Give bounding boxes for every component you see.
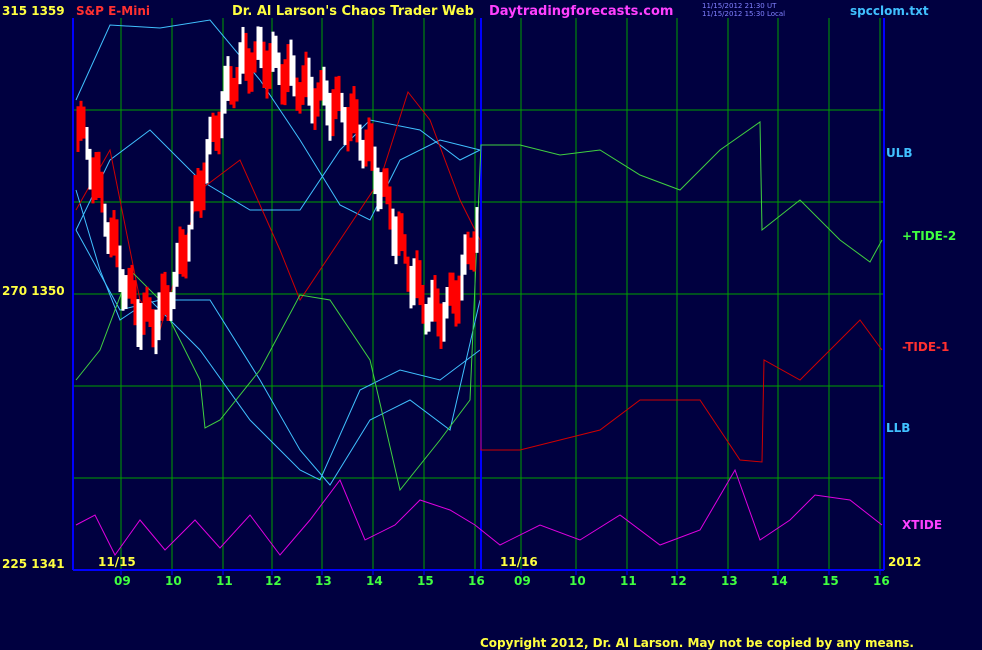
instrument-label: S&P E-Mini xyxy=(76,4,150,18)
tide2-label: +TIDE-2 xyxy=(902,229,957,243)
hour-label: 10 xyxy=(165,574,182,588)
price-bars xyxy=(76,26,479,355)
hour-label: 16 xyxy=(873,574,890,588)
hour-label: 14 xyxy=(771,574,788,588)
hour-label: 10 xyxy=(569,574,586,588)
hour-label: 09 xyxy=(114,574,131,588)
top-scale-label: 315 1359 xyxy=(2,4,65,18)
timestamp-ut: 11/15/2012 21:30 UT xyxy=(702,2,777,10)
xtide-line xyxy=(75,468,883,556)
llb-label: LLB xyxy=(886,421,911,435)
timestamp-local: 11/15/2012 15:30 Local xyxy=(702,10,786,18)
hour-label: 13 xyxy=(721,574,738,588)
xtide-label: XTIDE xyxy=(902,518,943,532)
hour-label: 13 xyxy=(315,574,332,588)
copyright-footer: Copyright 2012, Dr. Al Larson. May not b… xyxy=(480,636,914,650)
bottom-scale-label: 225 1341 xyxy=(2,557,65,571)
hour-label: 15 xyxy=(417,574,434,588)
year-label: 2012 xyxy=(888,555,922,569)
tide1-line xyxy=(75,90,883,463)
hour-label: 14 xyxy=(366,574,383,588)
mid-scale-label: 270 1350 xyxy=(2,284,65,298)
hour-label: 15 xyxy=(822,574,839,588)
tide1-label: -TIDE-1 xyxy=(902,340,950,354)
date-label-2: 11/16 xyxy=(500,555,538,569)
ulb-inner-band xyxy=(75,119,481,231)
date-label-1: 11/15 xyxy=(98,555,136,569)
hour-label: 09 xyxy=(514,574,531,588)
hour-label: 12 xyxy=(670,574,687,588)
hour-label: 12 xyxy=(265,574,282,588)
chart-grid xyxy=(72,18,885,575)
chart-canvas xyxy=(72,18,885,575)
hour-label: 16 xyxy=(468,574,485,588)
hour-label: 11 xyxy=(620,574,637,588)
hour-label: 11 xyxy=(216,574,233,588)
page-title: Dr. Al Larson's Chaos Trader Web xyxy=(232,4,474,19)
ulb-upper-band xyxy=(75,19,481,221)
file-label: spcclom.txt xyxy=(850,4,929,18)
chart-series xyxy=(75,19,883,556)
ulb-label: ULB xyxy=(886,146,913,160)
site-label: Daytradingforecasts.com xyxy=(489,4,674,19)
